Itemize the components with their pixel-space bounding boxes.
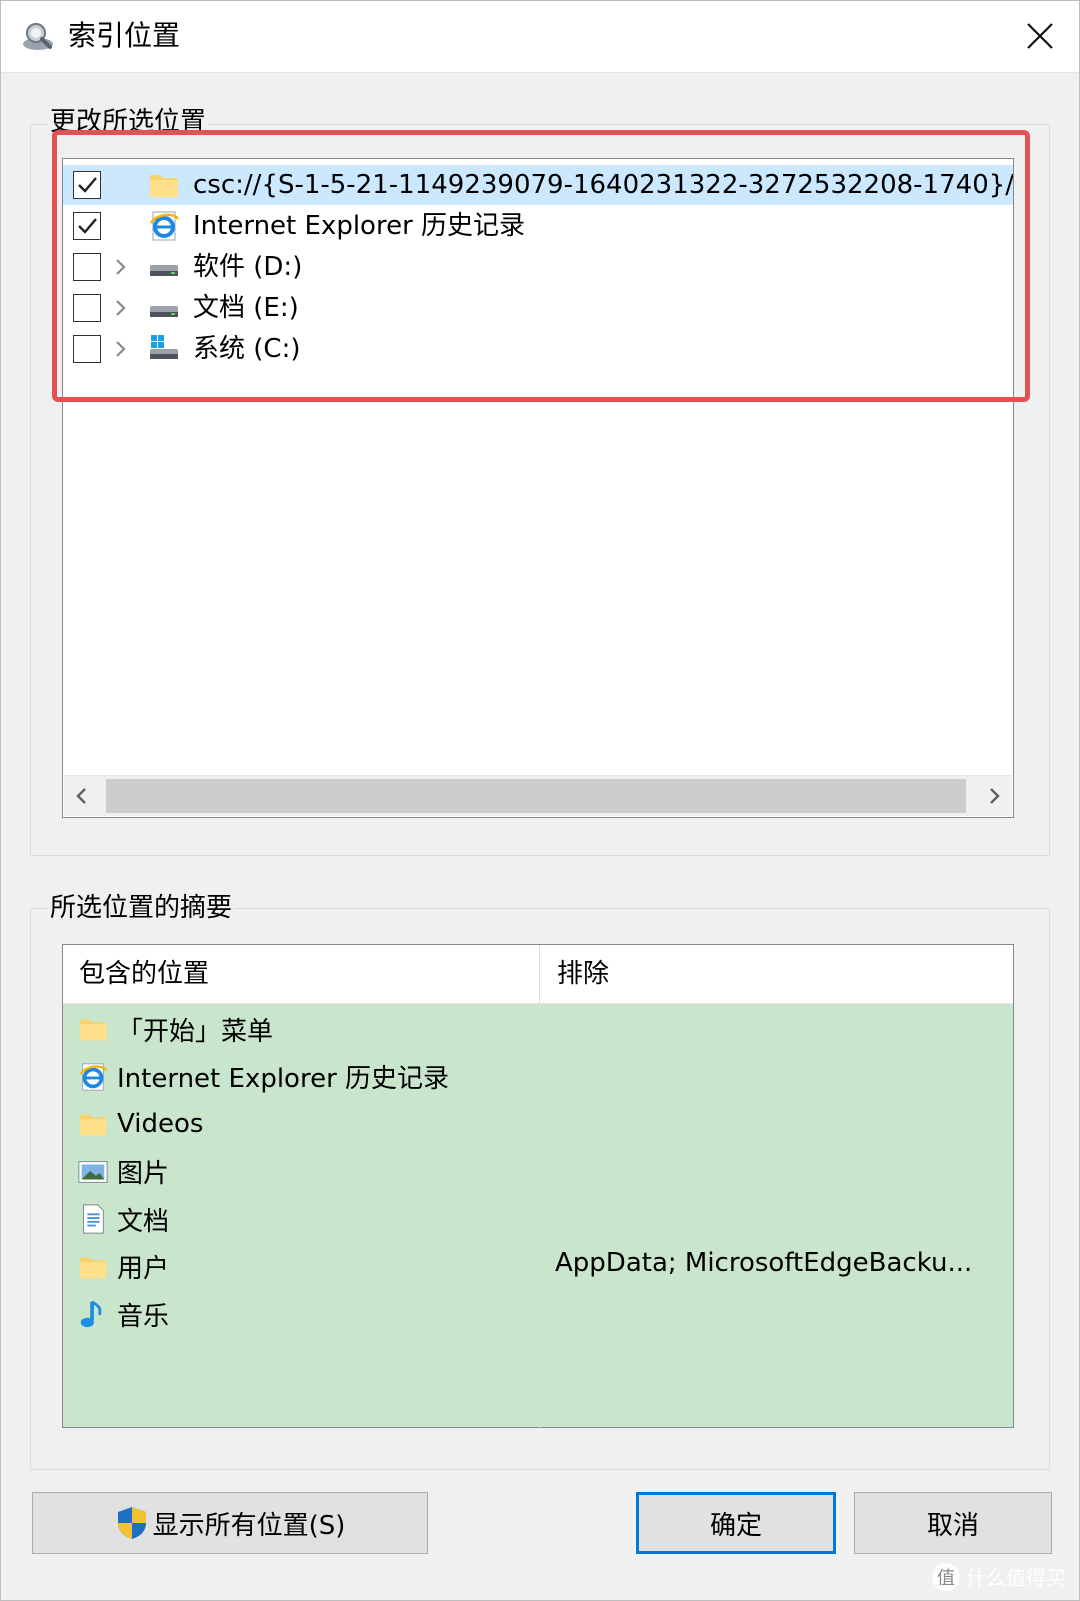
checkmark-icon xyxy=(78,218,97,234)
drive-icon xyxy=(150,306,178,317)
tree-item-label: 文档 (E:) xyxy=(193,293,299,323)
tree-item-label: Internet Explorer 历史记录 xyxy=(193,211,526,241)
folder-icon xyxy=(79,1257,107,1278)
included-location-item: 音乐 xyxy=(77,1290,169,1338)
included-location-label: 文档 xyxy=(117,1206,170,1237)
expand-chevron-icon[interactable] xyxy=(111,256,131,278)
watermark-logo: 值 xyxy=(932,1562,960,1591)
internet-explorer-icon xyxy=(149,211,180,241)
included-location-label: Videos xyxy=(117,1109,204,1139)
music-icon xyxy=(80,1300,102,1328)
included-location-item: 「开始」菜单 xyxy=(77,1005,273,1053)
tree-item-label: csc://{S-1-5-21-1149239079-1640231322-32… xyxy=(193,170,1013,200)
location-checkbox[interactable] xyxy=(73,212,101,240)
scrollbar-thumb[interactable] xyxy=(106,779,966,813)
show-all-locations-button[interactable]: 显示所有位置(S) xyxy=(32,1492,428,1554)
tree-item-label: 系统 (C:) xyxy=(193,334,301,364)
location-checkbox[interactable] xyxy=(73,253,101,281)
included-location-label: 图片 xyxy=(117,1159,170,1189)
summary-header: 包含的位置 排除 xyxy=(63,945,1013,1004)
ok-label: 确定 xyxy=(709,1510,762,1541)
tree-item-label: 软件 (D:) xyxy=(193,252,303,282)
watermark: 值 什么值得买 xyxy=(932,1562,1066,1591)
locations-tree[interactable]: csc://{S-1-5-21-1149239079-1640231322-32… xyxy=(62,158,1014,818)
cancel-label: 取消 xyxy=(926,1510,979,1541)
excluded-users-value: AppData; MicrosoftEdgeBacku... xyxy=(555,1248,973,1278)
scroll-left-icon[interactable] xyxy=(70,784,94,808)
close-button[interactable] xyxy=(1000,0,1080,72)
included-location-item: 文档 xyxy=(77,1195,169,1243)
indexing-options-icon xyxy=(23,23,53,50)
change-locations-label: 更改所选位置 xyxy=(48,106,209,138)
scroll-right-icon[interactable] xyxy=(982,784,1006,808)
show-all-locations-label: 显示所有位置(S) xyxy=(152,1510,346,1541)
tree-item[interactable]: 文档 (E:) xyxy=(63,288,1013,328)
included-location-item: 用户 xyxy=(77,1243,169,1291)
folder-icon xyxy=(150,175,178,197)
expand-chevron-icon[interactable] xyxy=(111,338,131,360)
tree-item[interactable]: 系统 (C:) xyxy=(63,329,1013,369)
column-header-excluded[interactable]: 排除 xyxy=(541,945,1017,1003)
document-icon xyxy=(83,1204,104,1234)
included-location-label: 用户 xyxy=(117,1254,170,1284)
horizontal-scrollbar[interactable] xyxy=(64,775,1012,816)
pictures-icon xyxy=(78,1160,108,1183)
location-checkbox[interactable] xyxy=(73,171,101,199)
tree-item[interactable]: csc://{S-1-5-21-1149239079-1640231322-32… xyxy=(63,165,1013,205)
system-drive-icon xyxy=(150,335,178,359)
column-divider xyxy=(539,945,540,1429)
ok-button[interactable]: 确定 xyxy=(636,1492,836,1554)
watermark-text: 什么值得买 xyxy=(966,1566,1066,1590)
summary-label: 所选位置的摘要 xyxy=(48,892,235,924)
cancel-button[interactable]: 取消 xyxy=(854,1492,1052,1554)
tree-item[interactable]: 软件 (D:) xyxy=(63,247,1013,287)
window-title: 索引位置 xyxy=(68,19,181,52)
checkmark-icon xyxy=(78,177,97,193)
folder-icon xyxy=(79,1019,107,1041)
included-location-item: 图片 xyxy=(77,1148,169,1196)
included-location-item: Internet Explorer 历史记录 xyxy=(77,1053,449,1101)
title-bar: 索引位置 xyxy=(0,0,1080,73)
uac-shield-icon xyxy=(117,1507,146,1539)
drive-icon xyxy=(150,265,178,276)
location-checkbox[interactable] xyxy=(73,294,101,322)
location-checkbox[interactable] xyxy=(73,335,101,363)
close-icon xyxy=(1027,23,1053,49)
internet-explorer-icon xyxy=(79,1062,108,1091)
included-location-item: Videos xyxy=(77,1100,203,1148)
included-location-label: Internet Explorer 历史记录 xyxy=(117,1064,450,1094)
column-header-included[interactable]: 包含的位置 xyxy=(63,945,539,1003)
included-location-label: 音乐 xyxy=(117,1301,170,1332)
tree-item[interactable]: Internet Explorer 历史记录 xyxy=(63,206,1013,246)
included-location-label: 「开始」菜单 xyxy=(117,1016,274,1047)
summary-list: 包含的位置 排除 「开始」菜单 Internet Explorer 历史记录 Vid… xyxy=(62,944,1014,1429)
expand-chevron-icon[interactable] xyxy=(111,297,131,319)
folder-icon xyxy=(79,1114,107,1136)
